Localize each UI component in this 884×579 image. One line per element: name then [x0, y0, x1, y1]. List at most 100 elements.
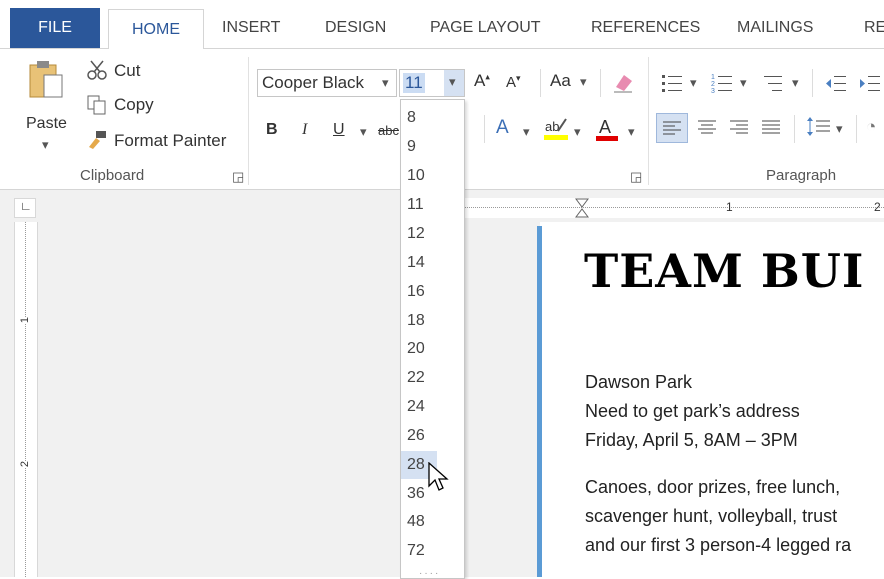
chevron-down-icon[interactable]: ▾: [628, 124, 635, 140]
cut-icon: [86, 59, 108, 81]
font-size-option[interactable]: 72: [401, 537, 464, 565]
chevron-down-icon[interactable]: ▾: [574, 124, 581, 140]
document-line[interactable]: Need to get park’s address: [585, 401, 800, 422]
document-title[interactable]: TEAM BUI: [584, 244, 864, 298]
chevron-down-icon[interactable]: ▾: [792, 75, 799, 91]
font-size-option[interactable]: 48: [401, 508, 464, 536]
paste-button[interactable]: Paste: [26, 115, 67, 133]
font-size-option[interactable]: 9: [401, 133, 464, 161]
svg-text:A: A: [599, 117, 611, 137]
ruler-number: 1: [726, 200, 733, 214]
ruler-ticks: [25, 222, 26, 577]
tab-references[interactable]: REFERENCES: [591, 8, 700, 48]
bold-button[interactable]: B: [266, 121, 278, 139]
strikethrough-button[interactable]: abc: [378, 123, 399, 138]
italic-button[interactable]: I: [302, 121, 307, 139]
chevron-down-icon[interactable]: ▾: [523, 124, 530, 140]
align-right-icon[interactable]: [726, 113, 752, 141]
divider: [600, 69, 601, 97]
line-spacing-icon[interactable]: [806, 113, 832, 141]
clear-formatting-icon[interactable]: [612, 71, 636, 95]
chevron-down-icon[interactable]: ▾: [836, 121, 843, 137]
change-case-button[interactable]: Aa: [550, 71, 571, 91]
paste-dropdown-icon[interactable]: ▾: [42, 137, 49, 153]
ruler-number: 2: [19, 460, 32, 468]
divider: [812, 69, 813, 97]
clipboard-launcher-icon[interactable]: ◲: [232, 169, 244, 185]
document-line[interactable]: Dawson Park: [585, 372, 692, 393]
increase-indent-icon[interactable]: [858, 71, 882, 95]
font-size-box[interactable]: 11 ▾: [399, 69, 465, 97]
font-size-option[interactable]: 14: [401, 249, 464, 277]
chevron-down-icon[interactable]: ▾: [382, 75, 389, 91]
font-size-option[interactable]: 24: [401, 393, 464, 421]
document-line[interactable]: scavenger hunt, volleyball, trust: [585, 506, 837, 527]
group-divider: [248, 57, 249, 185]
tab-review[interactable]: RE: [864, 8, 884, 48]
align-left-button[interactable]: [656, 113, 688, 143]
highlighter-icon[interactable]: ab: [542, 115, 570, 143]
font-size-option[interactable]: 12: [401, 220, 464, 248]
multilevel-list-icon[interactable]: [760, 71, 784, 95]
font-size-value[interactable]: 11: [403, 73, 425, 93]
copy-button[interactable]: Copy: [114, 95, 154, 115]
ribbon-tab-bar: FILE HOME INSERT DESIGN PAGE LAYOUT REFE…: [0, 0, 884, 49]
chevron-down-icon: ▾: [449, 74, 456, 89]
tab-insert[interactable]: INSERT: [222, 8, 280, 48]
tab-selector-button[interactable]: ∟: [14, 198, 36, 218]
font-size-dropdown-list[interactable]: 8 9 10 11 12 14 16 18 20 22 24 26 28 36 …: [400, 99, 465, 579]
clipboard-group-label: Clipboard: [80, 167, 145, 184]
justify-icon[interactable]: [758, 113, 784, 141]
bullets-icon[interactable]: [660, 71, 684, 95]
chevron-down-icon[interactable]: ▾: [360, 124, 367, 140]
ruler-ticks: [464, 207, 884, 208]
chevron-down-icon[interactable]: ▾: [580, 74, 587, 90]
font-size-option[interactable]: 8: [401, 104, 464, 132]
tab-page-layout[interactable]: PAGE LAYOUT: [430, 8, 541, 48]
align-center-icon[interactable]: [694, 113, 720, 141]
font-size-option[interactable]: 20: [401, 335, 464, 363]
horizontal-ruler[interactable]: 1 2: [464, 198, 884, 218]
indent-marker-icon[interactable]: [574, 198, 590, 218]
tab-home[interactable]: HOME: [108, 9, 204, 49]
font-size-dropdown-button[interactable]: ▾: [444, 70, 464, 96]
font-size-option[interactable]: 10: [401, 162, 464, 190]
document-line[interactable]: Friday, April 5, 8AM – 3PM: [585, 430, 798, 451]
font-name-value: Cooper Black: [262, 73, 365, 92]
font-name-box[interactable]: Cooper Black ▾: [257, 69, 397, 97]
svg-text:2: 2: [711, 81, 715, 88]
tab-stop-icon: ∟: [20, 199, 32, 213]
text-effects-icon[interactable]: A: [496, 117, 509, 139]
font-size-option[interactable]: 16: [401, 278, 464, 306]
divider: [540, 69, 541, 97]
shading-icon[interactable]: ◔: [866, 117, 876, 137]
underline-button[interactable]: U: [333, 121, 345, 139]
selection-bar: [537, 226, 542, 577]
format-painter-button[interactable]: Format Painter: [114, 131, 226, 151]
cut-button[interactable]: Cut: [114, 61, 140, 81]
font-size-option[interactable]: 18: [401, 307, 464, 335]
font-size-option[interactable]: 26: [401, 422, 464, 450]
resize-grip-icon[interactable]: ····: [419, 568, 440, 579]
font-size-option[interactable]: 11: [401, 191, 464, 219]
vertical-ruler[interactable]: 1 2: [14, 222, 38, 577]
numbering-icon[interactable]: 123: [710, 71, 734, 95]
paste-icon[interactable]: [26, 59, 68, 101]
document-line[interactable]: and our first 3 person-4 legged ra: [585, 535, 851, 556]
font-size-option[interactable]: 22: [401, 364, 464, 392]
svg-text:3: 3: [711, 88, 715, 95]
font-color-icon[interactable]: A: [594, 115, 620, 143]
svg-text:ab: ab: [545, 119, 559, 134]
tab-file[interactable]: FILE: [10, 8, 100, 48]
document-line[interactable]: Canoes, door prizes, free lunch,: [585, 477, 840, 498]
tab-design[interactable]: DESIGN: [325, 8, 386, 48]
document-page[interactable]: TEAM BUI Dawson Park Need to get park’s …: [537, 222, 884, 577]
divider: [856, 115, 857, 143]
decrease-indent-icon[interactable]: [824, 71, 848, 95]
chevron-down-icon[interactable]: ▾: [690, 75, 697, 91]
tab-mailings[interactable]: MAILINGS: [737, 8, 813, 48]
grow-font-icon[interactable]: A▴: [474, 71, 490, 91]
chevron-down-icon[interactable]: ▾: [740, 75, 747, 91]
font-launcher-icon[interactable]: ◲: [630, 169, 642, 185]
shrink-font-icon[interactable]: A▾: [506, 73, 521, 91]
